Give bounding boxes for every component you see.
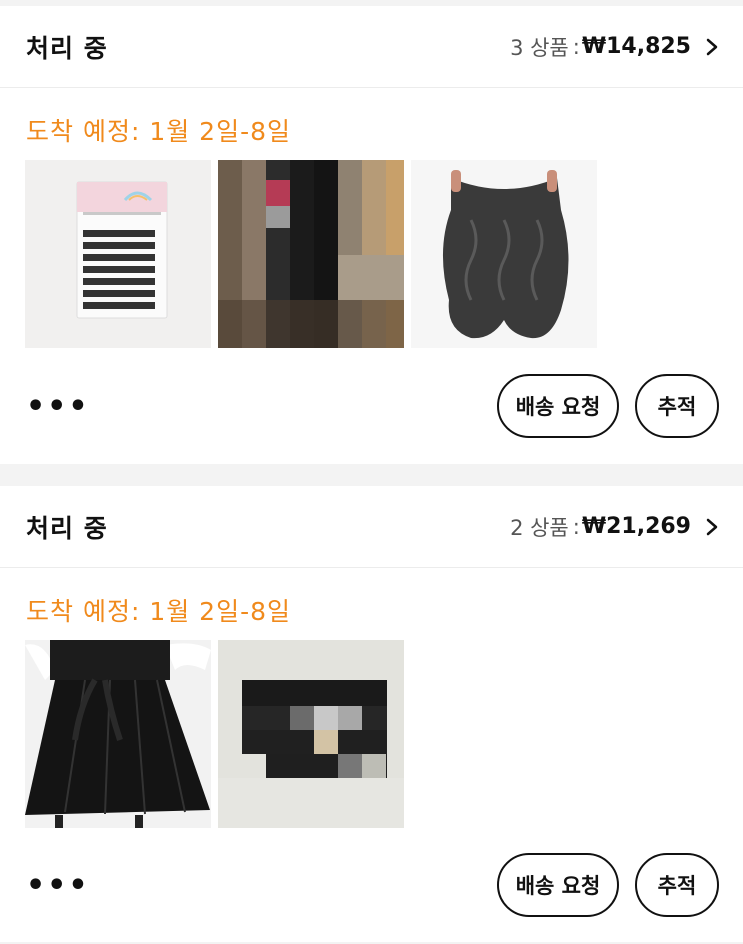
item-count: 3 상품: [510, 35, 569, 60]
order-card-2: 처리 중 2 상품 : ₩21,269 도착 예정: 1월 2일-8일 ••• …: [0, 486, 743, 942]
order-header[interactable]: 처리 중 3 상품 : ₩14,825: [0, 6, 743, 88]
summary-separator: :: [572, 34, 580, 59]
product-thumb-pixelated-item[interactable]: [218, 640, 404, 828]
delivery-eta: 도착 예정: 1월 2일-8일: [26, 117, 292, 146]
product-thumb-pixelated-item[interactable]: [218, 160, 404, 348]
order-actions: ••• 배송 요청 추적: [0, 828, 743, 942]
more-options[interactable]: •••: [26, 389, 90, 424]
order-status: 처리 중: [26, 33, 108, 63]
shipping-request-button[interactable]: 배송 요청: [497, 374, 619, 438]
product-thumbnails: [0, 640, 743, 828]
track-button[interactable]: 추적: [635, 374, 719, 438]
product-thumbnails: [0, 160, 743, 348]
order-total: ₩21,269: [581, 514, 691, 539]
more-options[interactable]: •••: [26, 868, 90, 903]
product-thumb-eyelash-extensions[interactable]: [25, 160, 211, 348]
summary-separator: :: [572, 514, 580, 539]
order-card-1: 처리 중 3 상품 : ₩14,825 도착 예정: 1월 2일-8일 ••• …: [0, 6, 743, 464]
shipping-request-button[interactable]: 배송 요청: [497, 853, 619, 917]
order-actions: ••• 배송 요청 추적: [0, 348, 743, 464]
item-count: 2 상품: [510, 515, 569, 540]
product-thumb-black-maxi-skirt[interactable]: [25, 640, 211, 828]
delivery-eta: 도착 예정: 1월 2일-8일: [26, 597, 292, 626]
product-thumb-wavy-hair-extension[interactable]: [411, 160, 597, 348]
chevron-right-icon[interactable]: [705, 37, 719, 57]
chevron-right-icon[interactable]: [705, 517, 719, 537]
order-summary[interactable]: 3 상품 : ₩14,825: [510, 32, 719, 62]
order-status: 처리 중: [26, 513, 108, 543]
order-summary[interactable]: 2 상품 : ₩21,269: [510, 512, 719, 542]
track-button[interactable]: 추적: [635, 853, 719, 917]
order-total: ₩14,825: [581, 34, 691, 59]
order-header[interactable]: 처리 중 2 상품 : ₩21,269: [0, 486, 743, 568]
